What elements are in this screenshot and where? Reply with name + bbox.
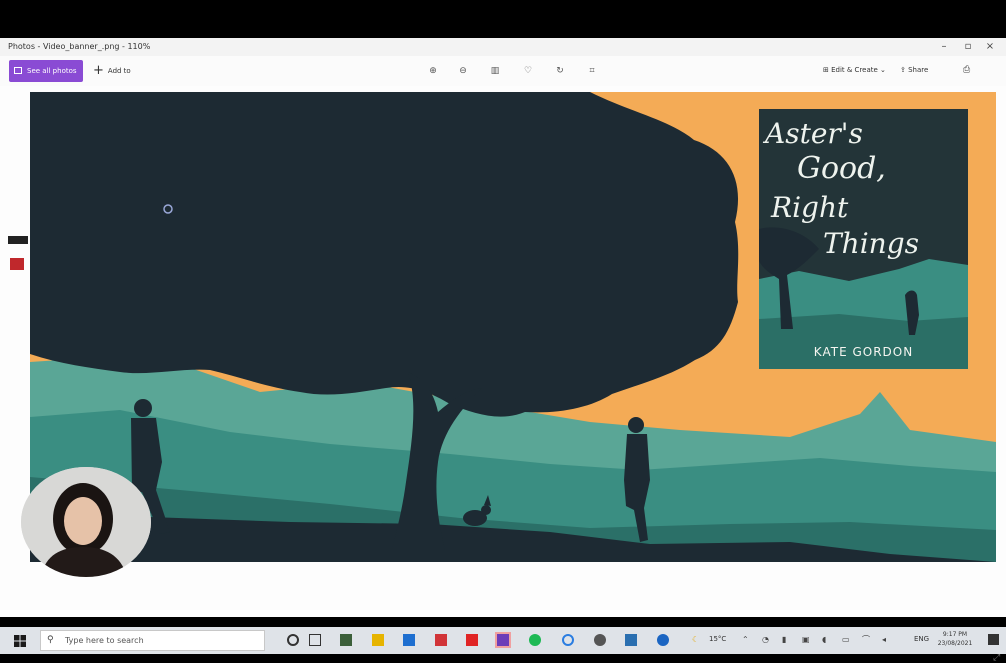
weather-temp[interactable]: 15°C — [709, 635, 726, 643]
close-icon[interactable]: × — [983, 40, 997, 54]
tray-icon-2[interactable]: ▮ — [782, 636, 790, 644]
file-explorer-icon[interactable] — [372, 634, 384, 646]
add-to-button[interactable]: + Add to — [93, 60, 131, 82]
tray-icon-5[interactable]: ▭ — [842, 636, 850, 644]
tray-icon-1[interactable]: ◔ — [762, 636, 770, 644]
share-label: Share — [908, 66, 929, 74]
photo-toolbar: See all photos + Add to ⊕ ⊖ ▥ ♡ ↻ ⌗ ⊞ Edi… — [0, 56, 1006, 86]
expand-icon[interactable]: ⤢ — [993, 653, 1003, 663]
presenter-video — [21, 467, 151, 577]
crop-icon[interactable]: ⌗ — [587, 67, 597, 76]
spotify-icon[interactable] — [529, 634, 541, 646]
network-icon[interactable]: ⌒ — [862, 636, 870, 644]
minimize-icon[interactable]: – — [937, 40, 951, 54]
image-viewer[interactable]: Aster's Good, Right Things KATE GORDON ⤢ — [0, 86, 1006, 663]
record-icon[interactable] — [10, 258, 24, 270]
app-icon-1[interactable] — [340, 634, 352, 646]
see-all-photos-button[interactable]: See all photos — [9, 60, 83, 82]
windows-taskbar: ⚲ Type here to search ☾ 15°C ⌃ ◔ ▮ ▣ ◖ ▭… — [0, 627, 1006, 654]
book-title-line-2: Good, — [797, 151, 886, 186]
presenter-face — [64, 497, 102, 545]
edit-create-label: Edit & Create — [831, 66, 878, 74]
share-button[interactable]: ⇪ Share — [900, 66, 928, 74]
share-icon: ⇪ — [900, 66, 909, 74]
photos-app-icon[interactable] — [495, 632, 511, 648]
favorite-icon[interactable]: ♡ — [523, 67, 533, 76]
weather-icon: ☾ — [692, 635, 700, 644]
rotate-icon[interactable]: ↻ — [555, 67, 565, 76]
photos-icon — [14, 67, 22, 74]
notification-icon[interactable] — [988, 634, 999, 645]
language-indicator[interactable]: ENG — [914, 635, 929, 643]
see-all-photos-label: See all photos — [27, 67, 77, 75]
app-icon-2[interactable] — [403, 634, 415, 646]
tray-chevron-icon[interactable]: ⌃ — [742, 636, 750, 644]
banner-image: Aster's Good, Right Things KATE GORDON — [30, 92, 996, 562]
book-title-line-3: Right — [771, 191, 849, 224]
zoom-in-icon[interactable]: ⊕ — [428, 67, 438, 76]
webcam-overlay — [21, 467, 151, 577]
settings-icon[interactable] — [594, 634, 606, 646]
cortana-icon[interactable] — [287, 634, 299, 646]
photos-app-window: Photos - Video_banner_.png - 110% – ▫ × … — [0, 38, 1006, 663]
clock-time: 9:17 PM — [942, 631, 968, 638]
app-icon-5[interactable] — [625, 634, 637, 646]
windows-start-icon[interactable] — [14, 635, 26, 647]
side-overlay-tab[interactable] — [8, 236, 28, 244]
edit-create-button[interactable]: ⊞ Edit & Create ⌄ — [823, 66, 886, 74]
app-icon-4[interactable] — [562, 634, 574, 646]
title-bar: Photos - Video_banner_.png - 110% – ▫ × — [0, 38, 1006, 56]
maximize-icon[interactable]: ▫ — [961, 40, 975, 54]
search-placeholder: Type here to search — [65, 636, 144, 645]
plus-icon: + — [93, 63, 104, 78]
task-view-icon[interactable] — [309, 634, 321, 646]
tray-icon-3[interactable]: ▣ — [802, 636, 810, 644]
print-icon[interactable]: ⎙ — [963, 65, 973, 75]
acrobat-icon[interactable] — [466, 634, 478, 646]
taskbar-search-input[interactable]: ⚲ Type here to search — [40, 630, 265, 651]
book-author: KATE GORDON — [813, 345, 914, 359]
book-title-line-1: Aster's — [765, 117, 863, 150]
zoom-out-icon[interactable]: ⊖ — [458, 67, 468, 76]
tree-canopy — [30, 92, 739, 417]
search-icon: ⚲ — [47, 635, 54, 645]
add-to-label: Add to — [107, 67, 131, 75]
app-icon-3[interactable] — [435, 634, 447, 646]
volume-icon[interactable]: ◂ — [882, 636, 890, 644]
tray-icon-4[interactable]: ◖ — [822, 636, 830, 644]
book-title-line-4: Things — [823, 227, 919, 260]
delete-icon[interactable]: ▥ — [490, 67, 500, 76]
app-icon-6[interactable] — [657, 634, 669, 646]
clock[interactable]: 9:17 PM 23/08/2021 — [937, 630, 973, 648]
window-title: Photos - Video_banner_.png - 110% — [8, 42, 151, 51]
book-cover: Aster's Good, Right Things KATE GORDON — [759, 109, 968, 369]
edit-icon: ⊞ — [823, 66, 832, 74]
